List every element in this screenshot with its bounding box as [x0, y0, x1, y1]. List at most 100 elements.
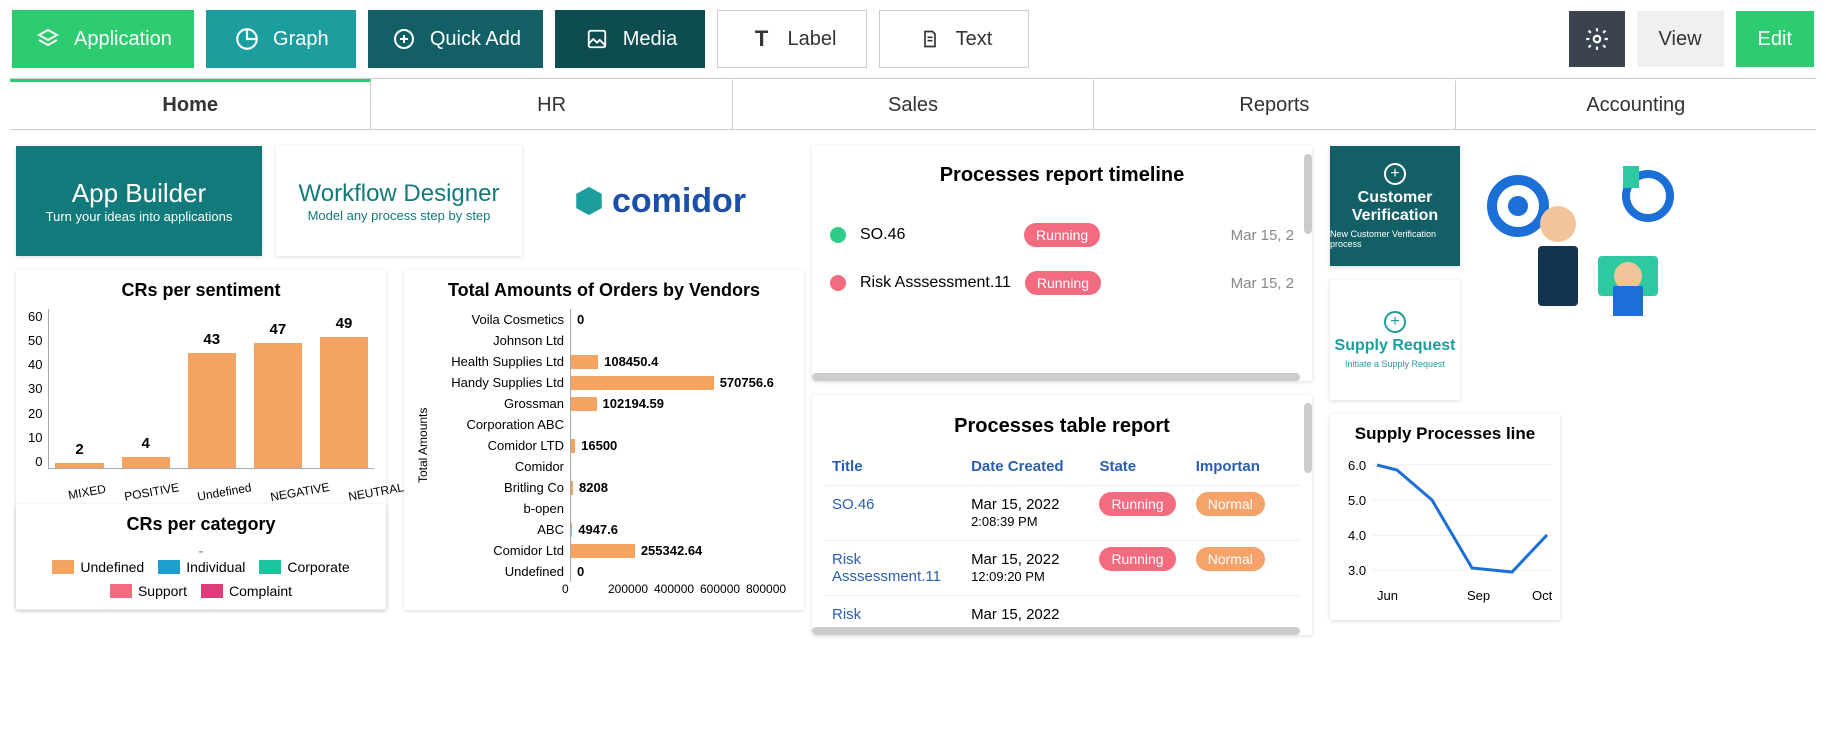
vendor-row: Grossman102194.59: [430, 393, 792, 414]
app-builder-tile[interactable]: App Builder Turn your ideas into applica…: [16, 146, 262, 256]
edit-label: Edit: [1758, 28, 1792, 51]
timeline-title: Processes report timeline: [824, 164, 1300, 187]
dashboard-canvas: App Builder Turn your ideas into applica…: [0, 130, 1826, 651]
vendor-row: Comidor LTD16500: [430, 435, 792, 456]
text-label: Text: [956, 28, 993, 51]
brand-logo: comidor: [536, 146, 782, 256]
timeline-row[interactable]: Risk Asssessment.11 Running Mar 15, 2: [824, 259, 1300, 307]
tab-reports[interactable]: Reports: [1094, 79, 1455, 129]
vendors-rows: Voila Cosmetics0Johnson LtdHealth Suppli…: [430, 309, 792, 582]
application-button[interactable]: Application: [12, 10, 194, 68]
status-dot: [830, 275, 846, 291]
state-pill: Running: [1025, 271, 1101, 295]
crs-sentiment-title: CRs per sentiment: [28, 280, 374, 301]
label-button[interactable]: T Label: [717, 10, 867, 68]
svg-text:Jun: Jun: [1377, 588, 1398, 603]
vendor-row: Corporation ABC: [430, 414, 792, 435]
table-row[interactable]: SO.46 Mar 15, 20222:08:39 PM Running Nor…: [824, 486, 1300, 541]
table-header: Title Date Created State Importan: [824, 448, 1300, 486]
sr-sub: Initiate a Supply Request: [1345, 359, 1445, 369]
bar: 43: [188, 353, 236, 468]
quick-add-button[interactable]: Quick Add: [368, 10, 543, 68]
vendor-row: Britling Co8208: [430, 477, 792, 498]
graph-button[interactable]: Graph: [206, 10, 356, 68]
scrollbar-h[interactable]: [812, 373, 1300, 381]
th-state[interactable]: State: [1099, 458, 1195, 475]
app-builder-title: App Builder: [72, 178, 206, 209]
media-label: Media: [623, 28, 677, 51]
crs-category-card: CRs per category - UndefinedIndividualCo…: [16, 504, 386, 609]
plus-icon: +: [1384, 311, 1406, 333]
cv-title: Customer Verification: [1330, 189, 1460, 225]
column-3: Processes report timeline SO.46 Running …: [812, 146, 1312, 635]
hex-icon: [572, 184, 606, 218]
legend-item: Individual: [158, 559, 245, 575]
vendor-row: Comidor Ltd255342.64: [430, 540, 792, 561]
sr-title: Supply Request: [1335, 337, 1456, 355]
crs-categories: MIXEDPOSITIVEUndefinedNEGATIVENEUTRAL: [28, 485, 374, 499]
tab-accounting[interactable]: Accounting: [1456, 79, 1816, 129]
svg-text:4.0: 4.0: [1348, 528, 1366, 543]
supply-line-chart: 6.0 5.0 4.0 3.0 Jun Sep Oct: [1342, 450, 1552, 610]
illustration: [1478, 146, 1688, 336]
svg-text:Sep: Sep: [1467, 588, 1490, 603]
vendor-row: Voila Cosmetics0: [430, 309, 792, 330]
crs-category-legend: UndefinedIndividualCorporateSupportCompl…: [28, 559, 374, 599]
crs-category-title: CRs per category: [28, 514, 374, 535]
vendor-row: ABC4947.6: [430, 519, 792, 540]
supply-line-title: Supply Processes line: [1342, 424, 1548, 444]
timeline-rows: SO.46 Running Mar 15, 2 Risk Asssessment…: [824, 211, 1300, 307]
column-1: App Builder Turn your ideas into applica…: [16, 146, 804, 635]
svg-text:5.0: 5.0: [1348, 493, 1366, 508]
legend-item: Undefined: [52, 559, 144, 575]
tab-sales[interactable]: Sales: [733, 79, 1094, 129]
tab-home[interactable]: Home: [10, 79, 371, 129]
state-pill: Running: [1024, 223, 1100, 247]
th-importance[interactable]: Importan: [1196, 458, 1292, 475]
svg-text:6.0: 6.0: [1348, 458, 1366, 473]
table-row[interactable]: Risk Asssessment.11 Mar 15, 202212:09:20…: [824, 541, 1300, 596]
vendors-xaxis: 0 200000 400000 600000 800000: [416, 582, 792, 596]
legend-item: Complaint: [201, 583, 292, 599]
timeline-row[interactable]: SO.46 Running Mar 15, 2: [824, 211, 1300, 259]
image-icon: [583, 25, 611, 53]
supply-line-card: Supply Processes line 6.0 5.0 4.0 3.0 Ju…: [1330, 414, 1560, 620]
bar: 4: [122, 457, 170, 468]
settings-button[interactable]: [1569, 11, 1625, 67]
text-t-icon: T: [748, 25, 776, 53]
th-date[interactable]: Date Created: [971, 458, 1099, 475]
vendor-row: b-open: [430, 498, 792, 519]
text-button[interactable]: Text: [879, 10, 1029, 68]
timeline-card: Processes report timeline SO.46 Running …: [812, 146, 1312, 381]
workflow-title: Workflow Designer: [299, 180, 500, 208]
brand-text: comidor: [612, 182, 746, 221]
scrollbar-h[interactable]: [812, 627, 1300, 635]
tab-hr[interactable]: HR: [371, 79, 732, 129]
legend-item: Support: [110, 583, 187, 599]
supply-request-tile[interactable]: + Supply Request Initiate a Supply Reque…: [1330, 280, 1460, 400]
vendors-card: Total Amounts of Orders by Vendors Total…: [404, 270, 804, 610]
vendors-ylabel: Total Amounts: [416, 309, 430, 582]
edit-button[interactable]: Edit: [1736, 11, 1814, 67]
processes-table-card: Processes table report Title Date Create…: [812, 395, 1312, 635]
workflow-tile[interactable]: Workflow Designer Model any process step…: [276, 146, 522, 256]
pie-icon: [233, 25, 261, 53]
table-body: SO.46 Mar 15, 20222:08:39 PM Running Nor…: [824, 486, 1300, 634]
crs-bars: 24434749: [48, 309, 374, 469]
label-label: Label: [788, 28, 837, 51]
scrollbar-v[interactable]: [1304, 154, 1312, 234]
view-button[interactable]: View: [1637, 11, 1724, 67]
status-dot: [830, 227, 846, 243]
th-title[interactable]: Title: [832, 458, 971, 475]
bar: 49: [320, 337, 368, 468]
vendor-row: Johnson Ltd: [430, 330, 792, 351]
media-button[interactable]: Media: [555, 10, 705, 68]
customer-verification-tile[interactable]: + Customer Verification New Customer Ver…: [1330, 146, 1460, 266]
column-4: + Customer Verification New Customer Ver…: [1330, 146, 1688, 635]
plus-circle-icon: [390, 25, 418, 53]
application-label: Application: [74, 28, 172, 51]
bar: 2: [55, 463, 103, 468]
scrollbar-v[interactable]: [1304, 403, 1312, 473]
vendor-row: Comidor: [430, 456, 792, 477]
view-label: View: [1659, 28, 1702, 51]
